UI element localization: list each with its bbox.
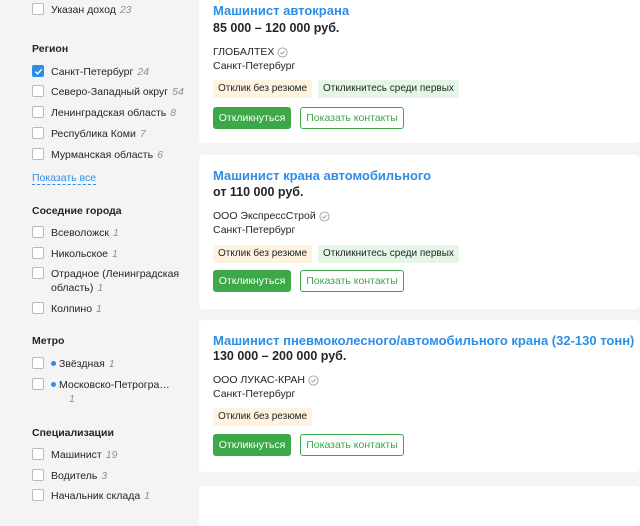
filter-region-lenobl[interactable]: Ленинградская область 8: [32, 106, 176, 120]
filter-label: Машинист 19: [51, 449, 118, 461]
filter-label: Мурманская область 6: [51, 149, 163, 161]
checkbox[interactable]: [32, 3, 44, 15]
company-link[interactable]: ООО ЭкспрессСтрой: [213, 210, 330, 222]
checkbox[interactable]: [32, 357, 44, 369]
badge-no-resume: Отклик без резюме: [213, 245, 313, 263]
vacancy-salary: от 110 000 руб.: [213, 185, 304, 199]
show-contacts-button[interactable]: Показать контакты: [300, 270, 404, 292]
filter-label: Отрадное (Ленинградская область) 1: [51, 268, 180, 294]
checkbox[interactable]: [32, 448, 44, 460]
badge-respond-first: Откликнитесь среди первых: [318, 80, 459, 98]
check-icon: [34, 68, 42, 75]
checkbox[interactable]: [32, 247, 44, 259]
vacancy-salary: 130 000 – 200 000 руб.: [213, 349, 347, 363]
filter-label: Ленинградская область 8: [51, 107, 177, 119]
checkbox[interactable]: [32, 302, 44, 314]
apply-button[interactable]: Откликнуться: [213, 270, 291, 292]
checkbox[interactable]: [32, 226, 44, 238]
vacancy-card-partial: [199, 486, 640, 526]
vacancy-card: Машинист автокрана 85 000 – 120 000 руб.…: [199, 0, 640, 143]
filter-metro-zvezdnaya[interactable]: Звёздная 1: [32, 357, 115, 371]
vacancy-city: Санкт-Петербург: [213, 60, 296, 72]
company-name: ООО ЭкспрессСтрой: [213, 210, 316, 222]
verified-check-icon: [319, 210, 330, 222]
filter-region-spb[interactable]: Санкт-Петербург 24: [32, 65, 149, 79]
metro-dot-icon: [51, 360, 56, 366]
filter-label: Никольское 1: [51, 248, 118, 260]
vacancy-city: Санкт-Петербург: [213, 224, 296, 236]
metro-dot-icon: [51, 381, 56, 387]
nearby-group-title: Соседние города: [32, 205, 122, 217]
badge-respond-first: Откликнитесь среди первых: [318, 245, 459, 263]
apply-button[interactable]: Откликнуться: [213, 434, 291, 456]
filter-label: Звёздная 1: [51, 357, 115, 371]
show-contacts-button[interactable]: Показать контакты: [300, 107, 404, 129]
filter-spec-warehouse-head[interactable]: Начальник склада 1: [32, 489, 150, 503]
checkbox[interactable]: [32, 267, 44, 279]
checkbox[interactable]: [32, 127, 44, 139]
filter-label: Начальник склада 1: [51, 490, 151, 502]
filter-spec-machinist[interactable]: Машинист 19: [32, 448, 117, 462]
filter-label: Северо-Западный округ 54: [51, 86, 184, 98]
filter-label: Московско-Петрогра… 1: [51, 378, 170, 406]
verified-check-icon: [277, 46, 288, 58]
filter-region-komi[interactable]: Республика Коми 7: [32, 127, 146, 141]
filter-region-murmansk[interactable]: Мурманская область 6: [32, 148, 163, 162]
filters-sidebar: Указан доход 23 Регион Санкт-Петербург 24 …: [0, 0, 190, 503]
apply-button[interactable]: Откликнуться: [213, 107, 291, 129]
filter-label: Республика Коми 7: [51, 128, 146, 140]
filter-label: Санкт-Петербург 24: [51, 66, 150, 78]
checkbox-checked[interactable]: [32, 65, 44, 77]
filter-nearby-kolpino[interactable]: Колпино 1: [32, 302, 102, 316]
filter-label: Всеволожск 1: [51, 227, 119, 239]
filter-nearby-nikolskoe[interactable]: Никольское 1: [32, 247, 118, 261]
vacancy-title-link[interactable]: Машинист крана автомобильного: [213, 168, 431, 183]
badge-no-resume: Отклик без резюме: [213, 408, 313, 426]
vacancy-salary: 85 000 – 120 000 руб.: [213, 21, 340, 35]
company-link[interactable]: ООО ЛУКАС-КРАН: [213, 374, 319, 386]
verified-check-icon: [308, 374, 319, 386]
checkbox[interactable]: [32, 469, 44, 481]
metro-group-title: Метро: [32, 335, 65, 347]
filter-label: Колпино 1: [51, 303, 102, 315]
badge-no-resume: Отклик без резюме: [213, 80, 313, 98]
specializations-group-title: Специализации: [32, 427, 114, 439]
vacancy-card: Машинист крана автомобильного от 110 000…: [199, 155, 640, 309]
filter-salary-specified[interactable]: Указан доход 23: [32, 3, 132, 17]
checkbox[interactable]: [32, 489, 44, 501]
checkbox[interactable]: [32, 148, 44, 160]
region-group-title: Регион: [32, 43, 69, 55]
company-name: ГЛОБАЛТЕХ: [213, 46, 275, 58]
filter-nearby-vsevolozhsk[interactable]: Всеволожск 1: [32, 226, 119, 240]
company-link[interactable]: ГЛОБАЛТЕХ: [213, 46, 288, 58]
filter-nearby-otradnoe[interactable]: Отрадное (Ленинградская область) 1: [32, 267, 179, 295]
filter-spec-driver[interactable]: Водитель 3: [32, 469, 107, 483]
vacancy-title-link[interactable]: Машинист пневмоколесного/автомобильного …: [213, 333, 634, 348]
vacancy-title-link[interactable]: Машинист автокрана: [213, 3, 349, 18]
checkbox[interactable]: [32, 106, 44, 118]
vacancy-card: Машинист пневмоколесного/автомобильного …: [199, 320, 640, 472]
checkbox[interactable]: [32, 85, 44, 97]
filter-region-nw[interactable]: Северо-Западный округ 54: [32, 85, 184, 99]
filter-metro-moskovsko[interactable]: Московско-Петрогра… 1: [32, 378, 170, 406]
show-all-link[interactable]: Показать все: [32, 172, 97, 185]
filter-label: Водитель 3: [51, 470, 108, 482]
vacancy-city: Санкт-Петербург: [213, 388, 296, 400]
filter-label: Указан доход 23: [51, 4, 132, 16]
company-name: ООО ЛУКАС-КРАН: [213, 374, 305, 386]
show-contacts-button[interactable]: Показать контакты: [300, 434, 404, 456]
checkbox[interactable]: [32, 378, 44, 390]
